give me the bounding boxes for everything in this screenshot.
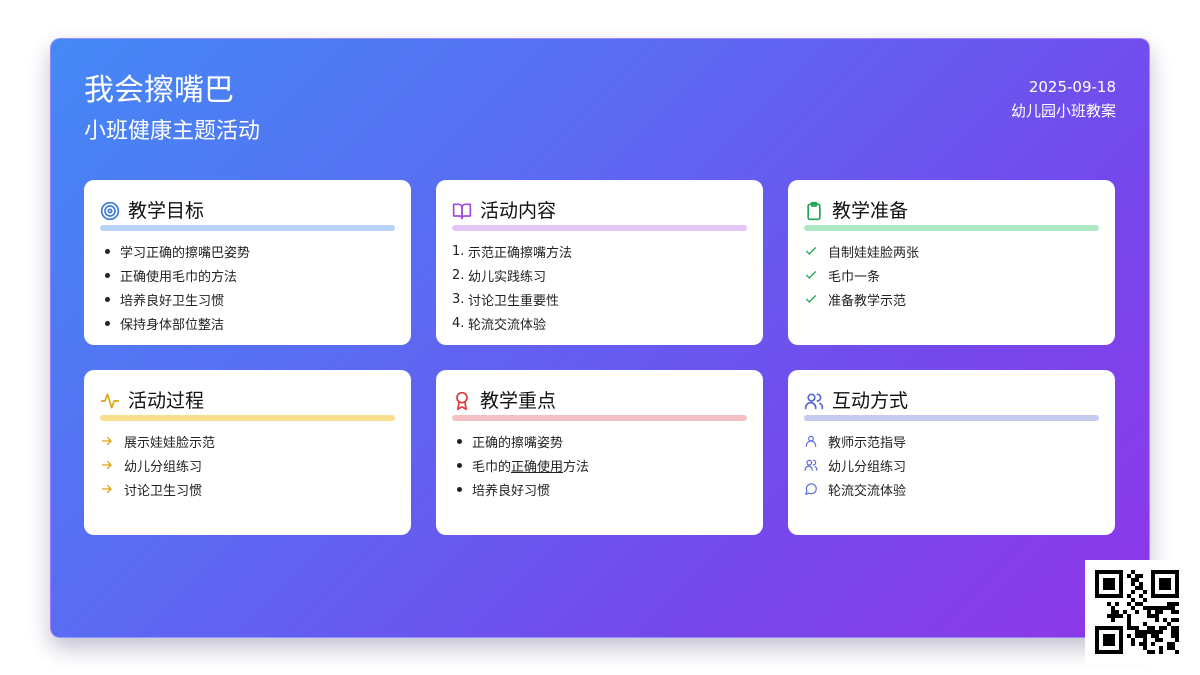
book-open-icon bbox=[452, 203, 472, 220]
qr-code-graphic bbox=[1095, 570, 1179, 654]
check-icon bbox=[805, 295, 817, 303]
page-title: 我会擦嘴巴 bbox=[84, 73, 234, 108]
accent-bar bbox=[100, 225, 395, 231]
header-meta: 2025-09-18 幼儿园小班教案 bbox=[1011, 75, 1116, 123]
qr-code bbox=[1085, 560, 1189, 664]
focus-list: 正确的擦嘴姿势 毛巾的 正确使用 方法 培养良好习惯 bbox=[452, 429, 747, 501]
arrow-right-icon bbox=[101, 484, 112, 494]
list-item: 4. 轮流交流体验 bbox=[452, 315, 547, 333]
preparation-list: 自制娃娃脸两张 毛巾一条 准备教学示范 bbox=[804, 239, 1099, 311]
date-label: 2025-09-18 bbox=[1028, 78, 1116, 96]
accent-bar bbox=[452, 415, 747, 421]
list-item: 保持身体部位整洁 bbox=[100, 311, 395, 335]
list-item: 正确的擦嘴姿势 bbox=[452, 429, 747, 453]
list-item: 自制娃娃脸两张 bbox=[804, 239, 1099, 263]
list-item: 培养良好卫生习惯 bbox=[100, 287, 395, 311]
list-item: 毛巾一条 bbox=[804, 263, 1099, 287]
card-title: 教学目标 bbox=[128, 200, 205, 222]
user-icon bbox=[805, 435, 817, 447]
list-item: 学习正确的擦嘴巴姿势 bbox=[100, 239, 395, 263]
interaction-list: 教师示范指导 幼儿分组练习 轮流交流体验 bbox=[804, 429, 1099, 501]
users-icon bbox=[804, 393, 824, 410]
card-title: 教学准备 bbox=[832, 200, 909, 222]
card-teaching-focus: 教学重点 正确的擦嘴姿势 毛巾的 正确使用 方法 培养良好习惯 bbox=[436, 370, 763, 535]
list-item: 2. 幼儿实践练习 bbox=[452, 267, 547, 285]
accent-bar bbox=[804, 415, 1099, 421]
check-icon bbox=[805, 271, 817, 279]
goal-list: 学习正确的擦嘴巴姿势 正确使用毛巾的方法 培养良好卫生习惯 保持身体部位整洁 bbox=[100, 239, 395, 335]
list-item: 正确使用毛巾的方法 bbox=[100, 263, 395, 287]
list-item: 培养良好习惯 bbox=[452, 477, 747, 501]
clipboard-icon bbox=[807, 201, 821, 221]
card-teaching-goals: 教学目标 学习正确的擦嘴巴姿势 正确使用毛巾的方法 培养良好卫生习惯 保持身体部… bbox=[84, 180, 411, 345]
card-activity-content: 活动内容 1. 示范正确擦嘴方法 2. 幼儿实践练习 3. 讨论卫生重要性 4. 轮流交… bbox=[436, 180, 763, 345]
process-list: 展示娃娃脸示范 幼儿分组练习 讨论卫生习惯 bbox=[100, 429, 395, 501]
card-header: 教学准备 bbox=[804, 198, 1099, 224]
target-icon bbox=[100, 201, 120, 221]
list-item: 准备教学示范 bbox=[804, 287, 1099, 311]
card-title: 活动过程 bbox=[128, 390, 205, 412]
card-header: 活动过程 bbox=[100, 388, 395, 414]
award-icon bbox=[456, 391, 468, 411]
list-item: 轮流交流体验 bbox=[804, 477, 1099, 501]
activity-icon bbox=[100, 393, 120, 409]
card-interaction-methods: 互动方式 教师示范指导 幼儿分组练习 轮流交流体验 bbox=[788, 370, 1115, 535]
card-activity-process: 活动过程 展示娃娃脸示范 幼儿分组练习 讨论卫生习惯 bbox=[84, 370, 411, 535]
card-header: 活动内容 bbox=[452, 198, 747, 224]
list-item: 1. 示范正确擦嘴方法 bbox=[452, 243, 573, 261]
list-item: 幼儿分组练习 bbox=[100, 453, 395, 477]
list-item: 毛巾的 正确使用 方法 bbox=[452, 453, 747, 477]
check-icon bbox=[805, 247, 817, 255]
card-title: 教学重点 bbox=[480, 390, 557, 412]
accent-bar bbox=[804, 225, 1099, 231]
plan-type-label: 幼儿园小班教案 bbox=[1010, 102, 1116, 120]
page-subtitle: 小班健康主题活动 bbox=[84, 119, 261, 144]
card-teaching-preparation: 教学准备 自制娃娃脸两张 毛巾一条 准备教学示范 bbox=[788, 180, 1115, 345]
card-header: 教学重点 bbox=[452, 388, 747, 414]
list-item: 幼儿分组练习 bbox=[804, 453, 1099, 477]
users-icon bbox=[804, 459, 818, 471]
card-header: 教学目标 bbox=[100, 198, 395, 224]
card-title: 互动方式 bbox=[832, 390, 909, 412]
list-item: 讨论卫生习惯 bbox=[100, 477, 395, 501]
underlined-text: 正确使用 bbox=[511, 459, 564, 475]
arrow-right-icon bbox=[101, 460, 112, 470]
list-item: 3. 讨论卫生重要性 bbox=[452, 291, 560, 309]
arrow-right-icon bbox=[101, 436, 112, 446]
list-item: 教师示范指导 bbox=[804, 429, 1099, 453]
content-list: 1. 示范正确擦嘴方法 2. 幼儿实践练习 3. 讨论卫生重要性 4. 轮流交流体验 bbox=[452, 239, 747, 335]
accent-bar bbox=[100, 415, 395, 421]
message-circle-icon bbox=[805, 483, 817, 495]
list-item: 展示娃娃脸示范 bbox=[100, 429, 395, 453]
accent-bar bbox=[452, 225, 747, 231]
lesson-plan-slide: 我会擦嘴巴 小班健康主题活动 2025-09-18 幼儿园小班教案 教学目标 学… bbox=[50, 38, 1150, 638]
card-title: 活动内容 bbox=[480, 200, 557, 222]
card-header: 互动方式 bbox=[804, 388, 1099, 414]
